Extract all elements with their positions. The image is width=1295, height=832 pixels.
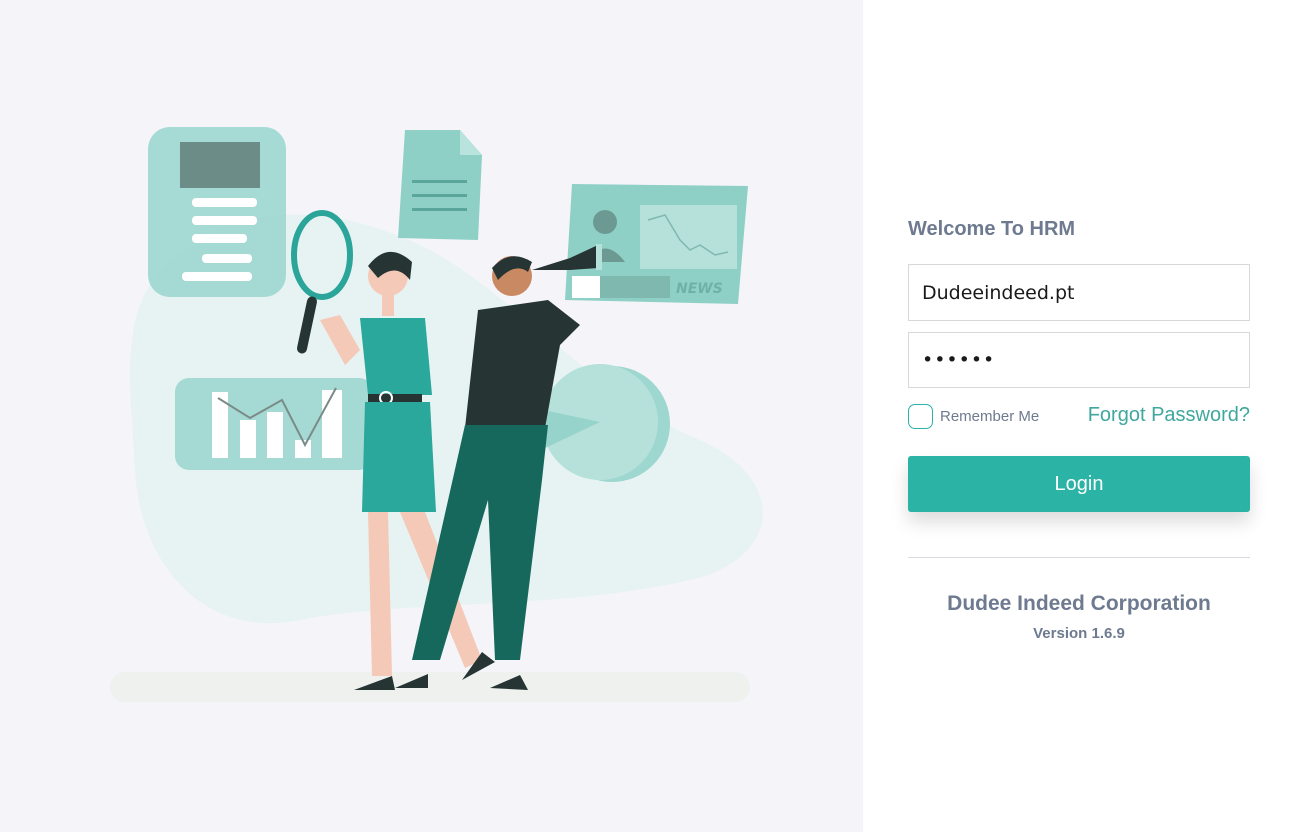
username-input[interactable]	[908, 264, 1250, 321]
password-input[interactable]	[908, 332, 1250, 388]
forgot-password-link[interactable]: Forgot Password?	[1088, 404, 1250, 427]
remember-me-checkbox[interactable]	[908, 404, 933, 429]
login-button[interactable]: Login	[908, 456, 1250, 512]
welcome-title: Welcome To HRM	[908, 218, 1076, 240]
news-text: NEWS	[676, 281, 723, 297]
illustration-panel: NEWS	[0, 0, 863, 832]
remember-me[interactable]: Remember Me	[908, 404, 1039, 429]
hrm-illustration: NEWS	[110, 127, 763, 702]
login-panel: Welcome To HRM Remember Me Forgot Passwo…	[863, 0, 1295, 832]
remember-me-label: Remember Me	[940, 408, 1040, 425]
version-label: Version 1.6.9	[1033, 625, 1125, 642]
divider	[908, 557, 1250, 558]
company-name: Dudee Indeed Corporation	[947, 592, 1211, 615]
